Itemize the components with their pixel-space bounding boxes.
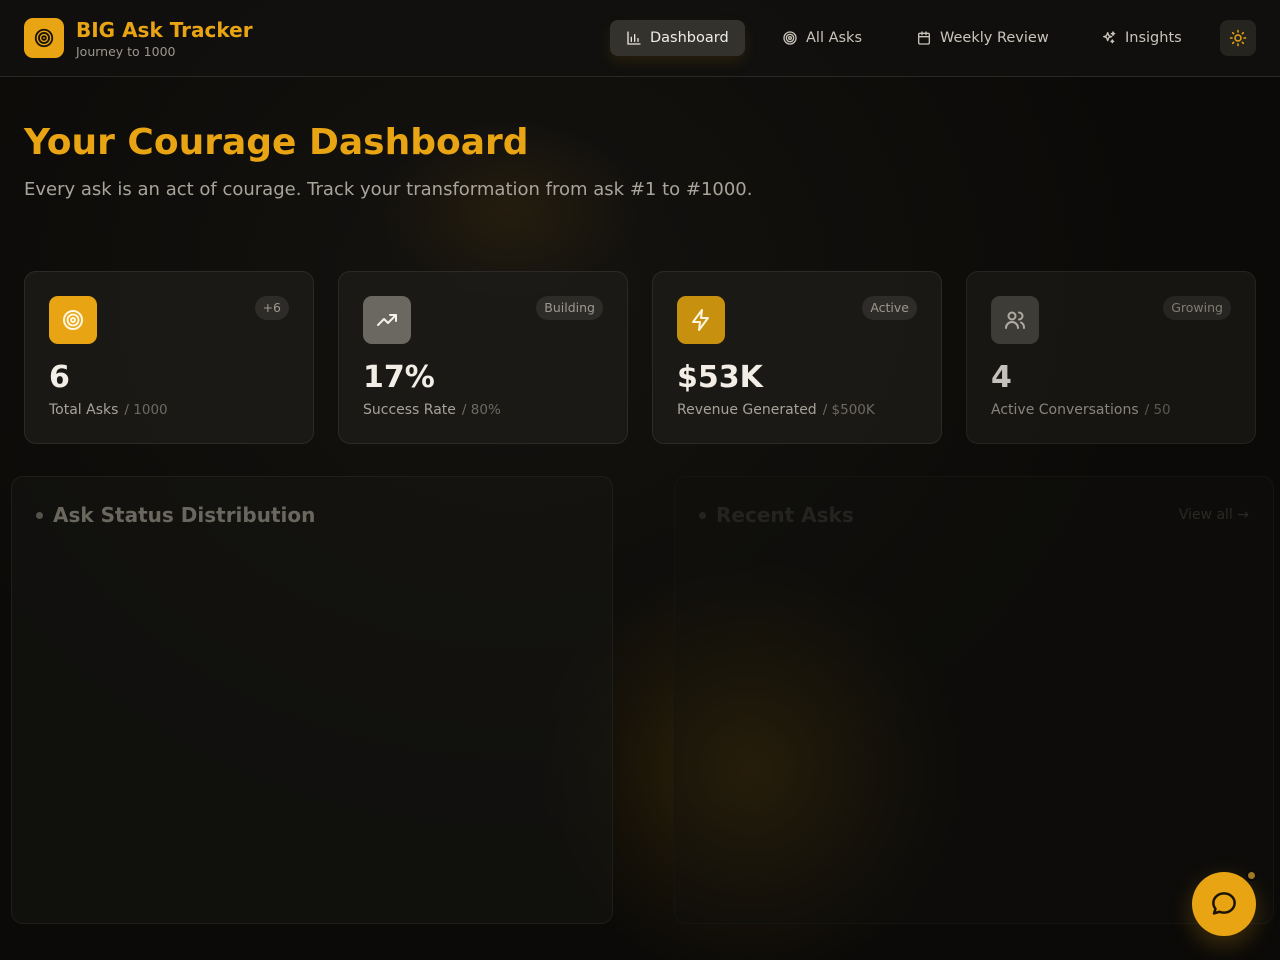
- bar-chart-icon: [627, 31, 641, 45]
- stat-value: 17%: [363, 360, 435, 395]
- nav-all-asks[interactable]: All Asks: [766, 20, 878, 56]
- stat-value: 4: [991, 360, 1012, 395]
- users-icon: [1005, 311, 1025, 329]
- app-subtitle: Journey to 1000: [76, 44, 176, 59]
- stat-value: 6: [49, 360, 70, 395]
- nav-all-asks-label: All Asks: [806, 30, 863, 46]
- stat-label-text: Revenue Generated: [677, 402, 817, 418]
- stat-label-text: Active Conversations: [991, 402, 1139, 418]
- nav-insights[interactable]: Insights: [1085, 20, 1198, 56]
- sun-icon: [1229, 29, 1247, 47]
- app-title: BIG Ask Tracker: [76, 18, 253, 42]
- stat-badge: Active: [862, 296, 917, 320]
- title-dot: [36, 511, 43, 519]
- stat-target: / 50: [1144, 402, 1171, 418]
- stat-icon-box: [363, 296, 411, 344]
- calendar-icon: [918, 31, 930, 45]
- stat-badge: Growing: [1163, 296, 1231, 320]
- sparkles-icon: [1103, 31, 1116, 44]
- notification-dot: [1246, 870, 1257, 881]
- stat-value: $53K: [677, 360, 763, 395]
- nav-dashboard-label: Dashboard: [650, 30, 729, 46]
- target-icon: [783, 31, 797, 45]
- stat-label-text: Success Rate: [363, 402, 456, 418]
- stat-card-success-rate[interactable]: Building 17% Success Rate / 80%: [338, 271, 628, 444]
- theme-toggle-button[interactable]: [1220, 20, 1256, 56]
- recent-asks-title: Recent Asks: [699, 503, 854, 527]
- status-distribution-title: Ask Status Distribution: [36, 503, 315, 527]
- stat-icon-box: [49, 296, 97, 344]
- view-all-link[interactable]: View all →: [1179, 507, 1249, 523]
- page-title: Your Courage Dashboard: [24, 122, 529, 163]
- lightning-icon: [692, 309, 709, 331]
- stat-target: / $500K: [822, 402, 875, 418]
- stat-icon-box: [991, 296, 1039, 344]
- stat-label: Active Conversations / 50: [991, 402, 1171, 418]
- top-nav-bar: BIG Ask Tracker Journey to 1000 Dashboar…: [0, 0, 1280, 77]
- stat-card-active-conversations[interactable]: Growing 4 Active Conversations / 50: [966, 271, 1256, 444]
- app-logo[interactable]: [24, 18, 64, 58]
- stat-label: Revenue Generated / $500K: [677, 402, 875, 418]
- stat-card-revenue[interactable]: Active $53K Revenue Generated / $500K: [652, 271, 942, 444]
- recent-asks-title-text: Recent Asks: [716, 503, 854, 527]
- stat-icon-box: [677, 296, 725, 344]
- target-icon: [63, 310, 83, 330]
- trending-up-icon: [377, 314, 397, 326]
- recent-asks-panel: Recent Asks View all →: [674, 476, 1274, 924]
- nav-insights-label: Insights: [1125, 30, 1182, 46]
- stat-label: Total Asks / 1000: [49, 402, 168, 418]
- nav-dashboard[interactable]: Dashboard: [610, 20, 745, 56]
- nav-weekly-review[interactable]: Weekly Review: [900, 20, 1065, 56]
- stat-target: / 80%: [461, 402, 501, 418]
- title-dot: [699, 511, 706, 519]
- target-icon: [34, 28, 54, 48]
- stat-label: Success Rate / 80%: [363, 402, 501, 418]
- chat-bubble-icon: [1212, 892, 1236, 915]
- page-subtitle: Every ask is an act of courage. Track yo…: [24, 179, 753, 200]
- stat-label-text: Total Asks: [49, 402, 119, 418]
- stat-badge: Building: [536, 296, 603, 320]
- stat-target: / 1000: [124, 402, 168, 418]
- nav-weekly-review-label: Weekly Review: [940, 30, 1049, 46]
- stat-badge: +6: [254, 296, 289, 320]
- status-distribution-title-text: Ask Status Distribution: [53, 503, 316, 527]
- stat-card-total-asks[interactable]: +6 6 Total Asks / 1000: [24, 271, 314, 444]
- status-distribution-panel: Ask Status Distribution: [11, 476, 613, 924]
- chat-button[interactable]: [1192, 872, 1256, 936]
